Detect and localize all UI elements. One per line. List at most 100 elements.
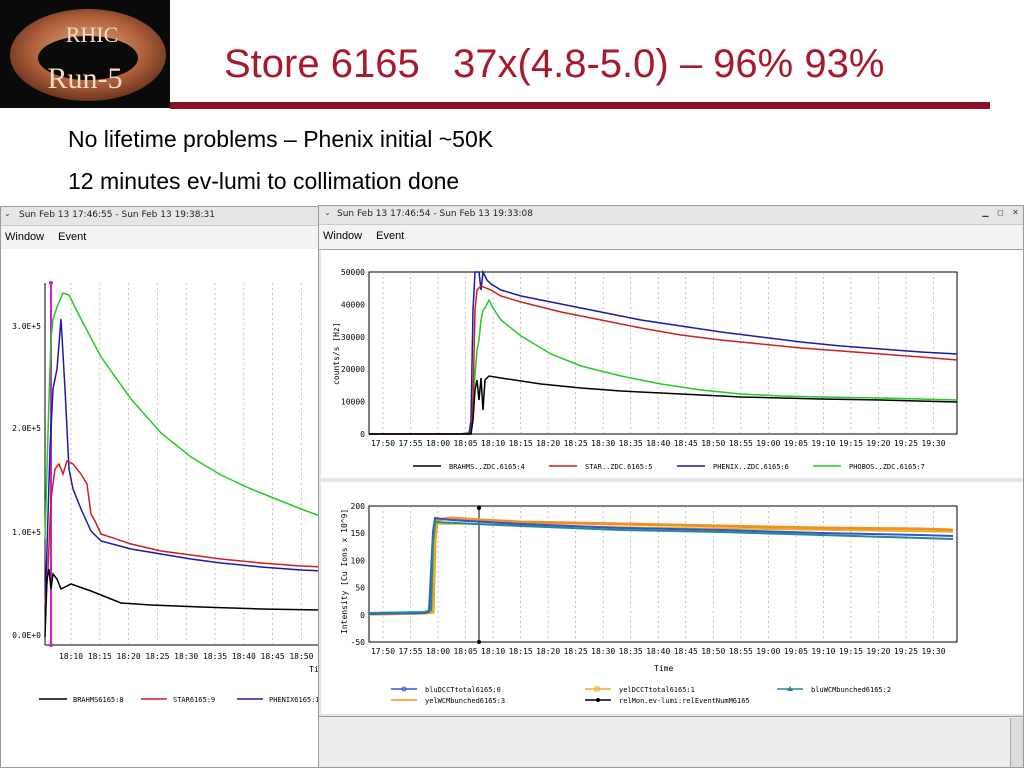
tick-label: 18:20 [536,439,560,448]
legend-phenix: PHENIX6165:10 [269,696,322,704]
tick-label: 18:15 [88,652,112,661]
tick-label: 17:50 [371,647,395,656]
legend-bluwcm: bluWCMbunched6165:2 [811,686,891,694]
tick-label: 18:35 [619,647,643,656]
tick-label: 19:30 [921,439,945,448]
rate-y-axis-label: counts/s [Hz] [332,322,341,385]
tick-label: 0 [360,611,365,620]
menu-event[interactable]: Event [58,231,86,243]
right-menubar: Window Event [319,224,1023,250]
menu-window[interactable]: Window [5,231,44,243]
tick-label: 18:30 [591,647,615,656]
legend-relmon: relMon.ev-lumi:relEventNumM6165 [619,697,750,705]
tick-label: 18:50 [701,647,725,656]
bullet-1: No lifetime problems – Phenix initial ~5… [68,126,494,152]
legend-phenix: PHENIX..ZDC.6165:6 [713,463,789,471]
rate-plot: 17:50 17:55 18:00 18:05 18:10 18:15 18:20 18:25… [321,250,1023,478]
tick-label: 18:45 [674,647,698,656]
window-menu-icon[interactable]: ⌄ [3,209,12,218]
series-bluwcm [368,520,954,614]
tick-label: 18:00 [426,439,450,448]
close-icon[interactable]: ✕ [1011,208,1020,217]
tick-label: 0 [360,430,365,439]
tick-label: 18:25 [564,439,588,448]
left-plot-window[interactable]: Sun Feb 13 17:46:55 - Sun Feb 13 19:38:3… [0,206,322,768]
tick-label: 10000 [341,398,365,407]
tick-label: 20000 [341,365,365,374]
logo-top-text: RHIC [66,22,119,47]
tick-label: 17:50 [371,439,395,448]
minimize-icon[interactable]: ▁ [981,208,990,217]
tick-label: 100 [351,556,366,565]
tick-label: 18:55 [729,439,753,448]
tick-label: 18:15 [509,647,533,656]
tick-label: 18:30 [174,652,198,661]
tick-label: 18:05 [454,647,478,656]
tick-label: 19:10 [811,647,835,656]
tick-label: 18:25 [564,647,588,656]
tick-label: 19:30 [921,647,945,656]
tick-label: 0.0E+0 [12,631,41,640]
tick-label: -50 [351,638,366,647]
window-menu-icon[interactable]: ⌄ [323,208,332,217]
menu-event[interactable]: Event [376,230,404,242]
tick-label: 19:20 [866,439,890,448]
tick-label: 19:00 [756,439,780,448]
series-yeldcct [368,523,954,616]
right-window-titlebar[interactable]: Sun Feb 13 17:46:54 - Sun Feb 13 19:33:0… [319,206,1023,222]
legend-yelwcm: yelWCMbunched6165:3 [425,697,505,705]
tick-label: 18:10 [59,652,83,661]
rhic-run5-logo: RHIC Run-5 [0,0,170,108]
tick-label: 19:15 [839,647,863,656]
legend-phobos: PHOBOS..ZDC.6165:7 [849,463,925,471]
tick-label: 150 [351,529,366,538]
vertical-scrollbar[interactable] [1010,718,1023,767]
tick-label: 18:20 [536,647,560,656]
intensity-y-axis-label: Intensity [Cu Ions x 10^9] [340,509,349,634]
series-star [44,459,321,610]
logo-bottom-text: Run-5 [48,62,123,95]
tick-label: 18:55 [729,647,753,656]
tick-label: 18:50 [701,439,725,448]
tick-label: 18:30 [591,439,615,448]
restore-icon[interactable]: ◻ [996,208,1005,217]
legend-star: STAR6165:9 [173,696,215,704]
tick-label: 19:05 [784,647,808,656]
right-plot-window[interactable]: Sun Feb 13 17:46:54 - Sun Feb 13 19:33:0… [318,205,1024,768]
tick-label: 18:25 [145,652,169,661]
legend-star: STAR..ZDC.6165:5 [585,463,652,471]
tick-label: 18:40 [232,652,256,661]
left-plot-area: 3.0E+5 2.0E+5 1.0E+5 0.0E+0 18:10 18:15 18… [1,249,322,767]
tick-label: 18:45 [261,652,285,661]
series-yelwcm [368,516,954,616]
tick-label: 19:25 [894,439,918,448]
tick-label: 17:55 [398,439,422,448]
tick-label: 19:10 [811,439,835,448]
tick-label: 50000 [341,268,365,277]
title-divider [170,102,990,109]
tick-label: 40000 [341,300,365,309]
menu-window[interactable]: Window [323,230,362,242]
tick-label: 18:50 [289,652,313,661]
tick-label: 18:15 [509,439,533,448]
tick-label: 17:55 [398,647,422,656]
left-window-titlebar[interactable]: Sun Feb 13 17:46:55 - Sun Feb 13 19:38:3… [1,207,321,223]
series-phenix [44,318,321,610]
left-menubar: Window Event [1,225,321,251]
legend-brahms: BRAHMS6165:8 [73,696,124,704]
series-phobos [369,298,958,435]
tick-label: 18:05 [454,439,478,448]
tick-label: 19:00 [756,647,780,656]
tick-label: 19:15 [839,439,863,448]
series-phobos [44,292,321,540]
tick-label: 1.0E+5 [12,528,41,537]
left-y-ticks: 3.0E+5 2.0E+5 1.0E+5 0.0E+0 [12,322,41,640]
tick-label: 18:35 [203,652,227,661]
legend-yeldcct: yelDCCTtotal6165:1 [619,686,695,694]
tick-label: 19:05 [784,439,808,448]
tick-label: 19:20 [866,647,890,656]
tick-label: 18:10 [481,647,505,656]
series-bludcct [368,516,954,615]
tick-label: 3.0E+5 [12,322,41,331]
intensity-x-axis-label: Time [654,664,673,673]
